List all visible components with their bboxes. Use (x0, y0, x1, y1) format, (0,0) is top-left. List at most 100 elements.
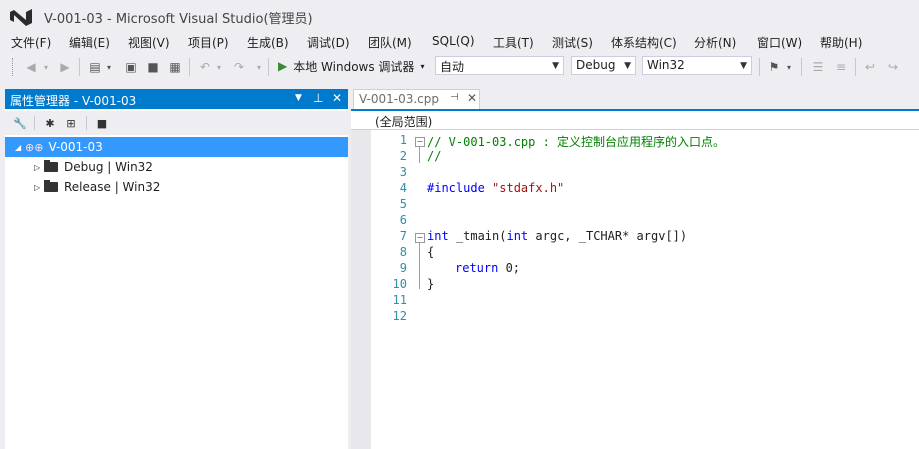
uncomment-icon[interactable]: ≡ (832, 58, 850, 76)
navigate-forward-icon[interactable]: ▶ (56, 58, 74, 76)
menu-team[interactable]: 团队(M) (368, 34, 412, 51)
back-dropdown-icon[interactable]: ▾ (41, 58, 51, 76)
toolbar-separator (759, 58, 760, 76)
new-dropdown-icon[interactable]: ▾ (104, 58, 114, 76)
menu-bar: 文件(F) 编辑(E) 视图(V) 项目(P) 生成(B) 调试(D) 团队(M… (0, 32, 919, 52)
save-icon[interactable]: ■ (144, 58, 162, 76)
menu-project[interactable]: 项目(P) (188, 34, 229, 51)
tree-item-release-config[interactable]: ▷ Release | Win32 (34, 177, 160, 197)
folder-icon (44, 180, 58, 192)
start-debugging-button[interactable]: ▶ 本地 Windows 调试器 ▾ (278, 56, 424, 76)
tab-v-001-03-cpp[interactable]: V-001-03.cpp ⊣ ✕ (353, 89, 480, 109)
code-line-2: // (427, 149, 442, 163)
collapsed-caret-icon[interactable]: ▷ (34, 163, 44, 172)
line-number: 4 (399, 181, 407, 195)
menu-help[interactable]: 帮助(H) (820, 34, 862, 51)
config-label: Release | Win32 (64, 180, 161, 194)
solution-platform-select[interactable]: Win32 ▼ (642, 56, 752, 75)
scope-dropdown[interactable]: (全局范围) (375, 113, 432, 130)
folder-icon (44, 160, 58, 172)
menu-window[interactable]: 窗口(W) (757, 34, 802, 51)
property-manager-header[interactable]: 属性管理器 - V-001-03 ▼ ⊥ ✕ (5, 89, 348, 109)
code-directive: #include (427, 181, 485, 195)
expanded-caret-icon[interactable]: ◢ (15, 143, 25, 152)
line-number: 6 (399, 213, 407, 227)
toolbar-separator (86, 116, 87, 130)
menu-edit[interactable]: 编辑(E) (69, 34, 110, 51)
tree-item-project[interactable]: ◢ ⊕⊕ V-001-03 (15, 137, 103, 157)
collapse-outline-icon[interactable]: − (415, 137, 425, 147)
visual-studio-logo-icon (10, 9, 32, 26)
menu-debug[interactable]: 调试(D) (307, 34, 350, 51)
properties-wrench-icon[interactable]: 🔧 (13, 116, 27, 130)
play-icon: ▶ (278, 59, 288, 73)
auto-hide-pin-icon[interactable]: ⊥ (313, 91, 323, 105)
menu-file[interactable]: 文件(F) (11, 34, 51, 51)
project-name: V-001-03 (48, 140, 103, 154)
add-existing-property-sheet-icon[interactable]: ⊞ (64, 116, 78, 130)
menu-view[interactable]: 视图(V) (128, 34, 170, 51)
line-number: 12 (392, 309, 407, 323)
line-number: 8 (399, 245, 407, 259)
menu-analyze[interactable]: 分析(N) (694, 34, 736, 51)
code-line-8: { (427, 245, 435, 259)
redo-dropdown-icon[interactable]: ▾ (254, 58, 264, 76)
save-icon[interactable]: ■ (95, 116, 109, 130)
navigate-back-icon[interactable]: ◀ (22, 58, 40, 76)
undo-icon[interactable]: ↶ (196, 58, 214, 76)
menu-architecture[interactable]: 体系结构(C) (611, 34, 677, 51)
tab-title: V-001-03.cpp (359, 92, 439, 106)
bookmark-next-icon[interactable]: ↪ (884, 58, 902, 76)
toolbar-separator (268, 58, 269, 76)
configuration-value: Debug (576, 58, 616, 72)
open-file-icon[interactable]: ▣ (122, 58, 140, 76)
undo-dropdown-icon[interactable]: ▾ (214, 58, 224, 76)
toolbar-separator (34, 116, 35, 130)
config-label: Debug | Win32 (64, 160, 153, 174)
outline-guide (419, 147, 420, 163)
code-text: argc, _TCHAR* argv[]) (528, 229, 688, 243)
close-icon[interactable]: ✕ (332, 91, 342, 105)
toolbar-grip[interactable] (12, 58, 17, 76)
platform-value: Win32 (647, 58, 685, 72)
line-number: 1 (399, 133, 407, 147)
indicator-margin[interactable] (351, 130, 371, 449)
collapse-outline-icon[interactable]: − (415, 233, 425, 243)
solution-configuration-select[interactable]: Debug ▼ (571, 56, 636, 75)
menu-build[interactable]: 生成(B) (247, 34, 289, 51)
code-text: _tmain( (448, 229, 507, 243)
outline-guide (419, 243, 420, 289)
line-number: 10 (392, 277, 407, 291)
bookmark-prev-icon[interactable]: ↩ (861, 58, 879, 76)
debug-target-dropdown-icon[interactable]: ▾ (420, 62, 424, 71)
redo-icon[interactable]: ↷ (230, 58, 248, 76)
code-keyword: return (455, 261, 499, 275)
collapsed-caret-icon[interactable]: ▷ (34, 183, 44, 192)
line-number: 2 (399, 149, 407, 163)
chevron-down-icon: ▼ (552, 61, 559, 71)
menu-tools[interactable]: 工具(T) (493, 34, 534, 51)
standard-toolbar: ◀ ▾ ▶ ▤ ▾ ▣ ■ ▦ ↶ ▾ ↷ ▾ ▶ 本地 Windows 调试器… (0, 54, 919, 80)
comment-out-icon[interactable]: ☰ (809, 58, 827, 76)
save-all-icon[interactable]: ▦ (166, 58, 184, 76)
code-line-1: // V-001-03.cpp : 定义控制台应用程序的入口点。 (427, 135, 726, 149)
find-in-files-icon[interactable]: ⚑ (765, 58, 783, 76)
code-string: "stdafx.h" (492, 181, 565, 195)
tree-item-debug-config[interactable]: ▷ Debug | Win32 (34, 157, 153, 177)
new-project-icon[interactable]: ▤ (86, 58, 104, 76)
toolbar-options-icon[interactable]: ▾ (785, 58, 793, 76)
code-area[interactable] (371, 130, 919, 449)
window-position-icon[interactable]: ▼ (295, 93, 302, 103)
run-mode-select[interactable]: 自动 ▼ (435, 56, 564, 75)
code-line-9: return 0; (455, 261, 520, 275)
add-new-property-sheet-icon[interactable]: ✱ (43, 116, 57, 130)
cpp-project-icon: ⊕⊕ (25, 140, 44, 154)
pin-tab-icon[interactable]: ⊣ (450, 92, 459, 103)
line-number: 7 (399, 229, 407, 243)
close-tab-icon[interactable]: ✕ (467, 91, 477, 105)
code-line-4: #include "stdafx.h" (427, 181, 564, 195)
menu-sql[interactable]: SQL(Q) (432, 34, 475, 48)
code-keyword: int (506, 229, 529, 243)
menu-test[interactable]: 测试(S) (552, 34, 593, 51)
navigation-bar: (全局范围) (351, 111, 919, 130)
